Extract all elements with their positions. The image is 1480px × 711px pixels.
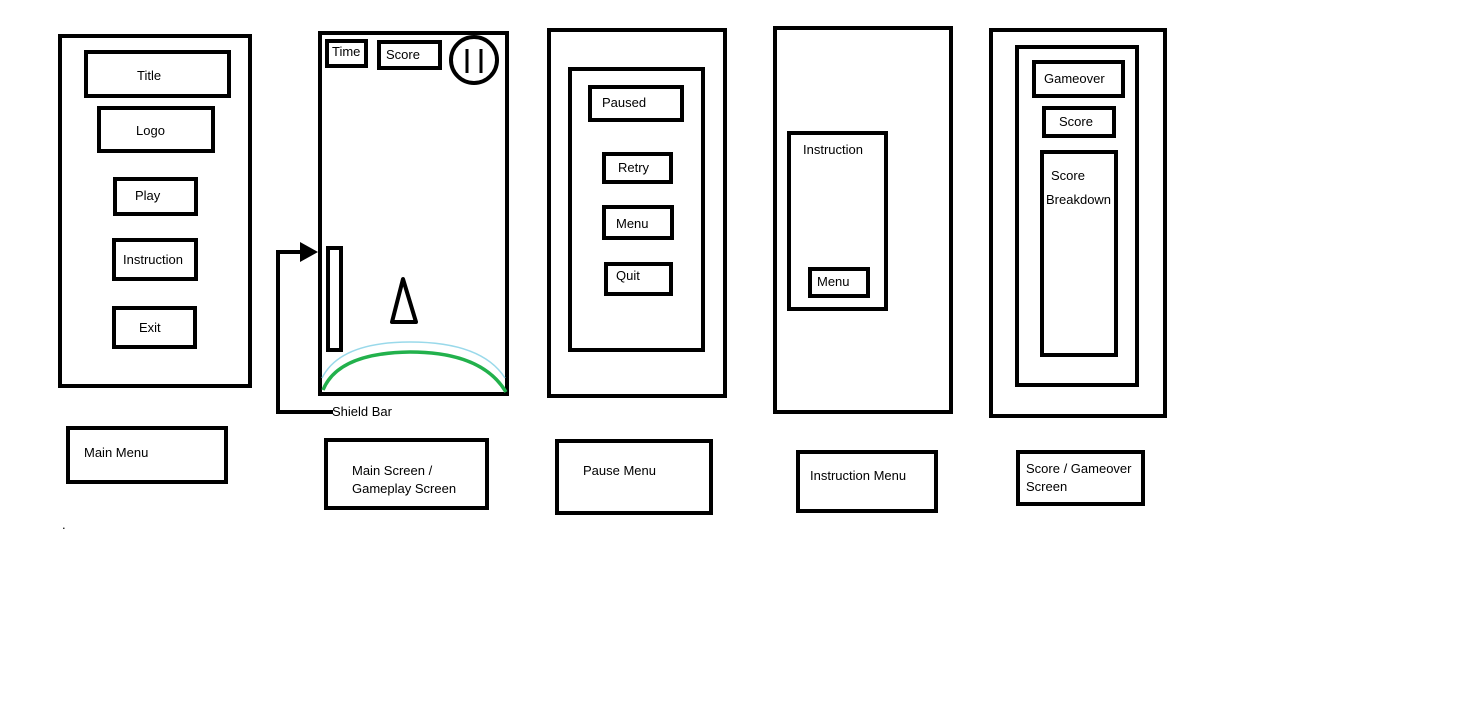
quit-label: Quit [616,268,640,283]
quit-button[interactable]: Quit [604,262,673,296]
gameplay-drawings [276,35,508,414]
instruction-menu-button[interactable]: Menu [808,267,870,298]
gameover-caption-box: Score / Gameover Screen [1016,450,1145,506]
gameover-label: Gameover [1044,71,1105,86]
retry-button[interactable]: Retry [602,152,673,184]
shield-arc [321,350,508,393]
paused-box: Paused [588,85,684,122]
score-breakdown-box: Score Breakdown [1040,150,1118,357]
retry-label: Retry [618,160,650,175]
instruction-menu-caption: Instruction Menu [810,468,907,483]
pause-menu-caption-box: Pause Menu [555,439,713,515]
pause-menu-label: Menu [616,216,649,231]
pause-menu-caption: Pause Menu [583,463,656,478]
instruction-menu-button-label: Menu [817,274,850,289]
pause-icon[interactable] [449,35,499,85]
pause-menu-button[interactable]: Menu [602,205,674,240]
instruction-panel-label: Instruction [803,142,863,157]
gameover-score-box: Score [1042,106,1116,138]
score-breakdown-label: Score Breakdown [1046,168,1112,207]
gameover-caption: Score / Gameover Screen [1026,461,1132,494]
instruction-menu-caption-box: Instruction Menu [796,450,938,513]
gameover-score-label: Score [1059,114,1093,129]
player-ship-icon [390,277,418,324]
paused-label: Paused [602,95,647,110]
gameover-box: Gameover [1032,60,1125,98]
shield-arc-outer [321,341,506,379]
